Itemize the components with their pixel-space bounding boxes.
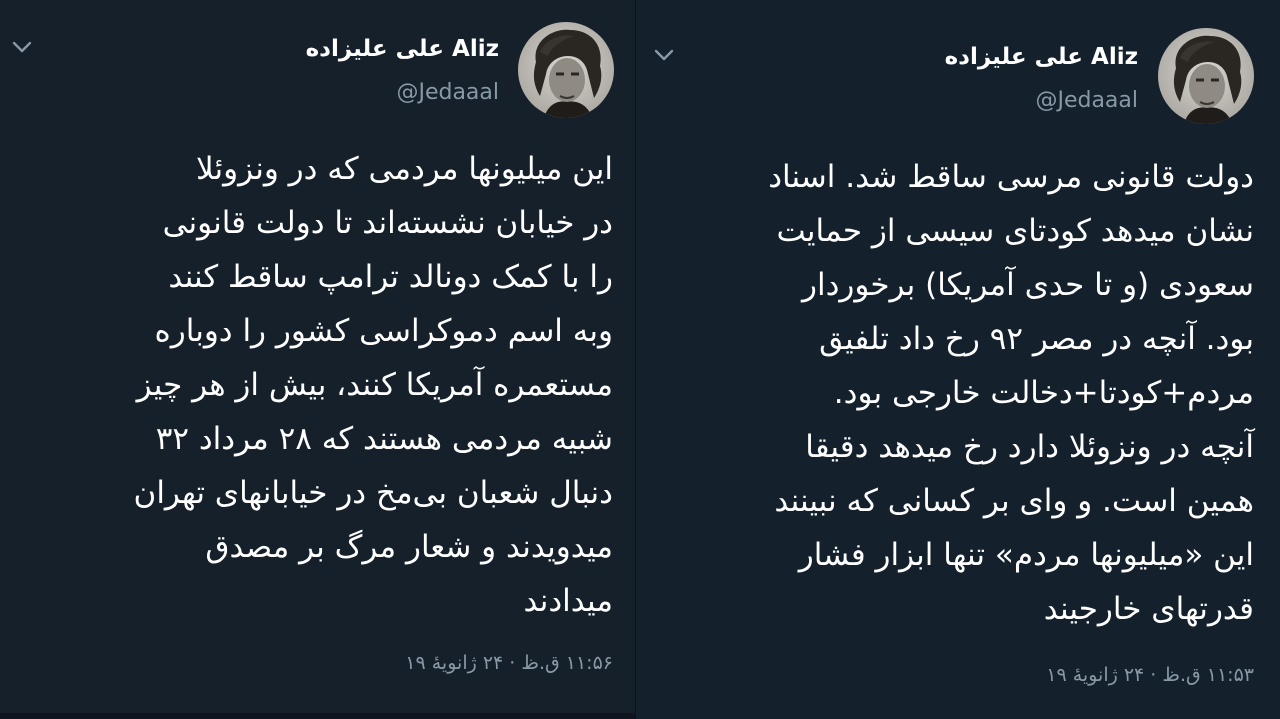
- tweet-text: دولت قانونی مرسی ساقط شد. اسناد نشان مید…: [654, 150, 1254, 636]
- tweet-line: قدرتهای خارجیند: [1043, 591, 1254, 627]
- tweet-text: این میلیونها مردمی که در ونزوئلا در خیاب…: [13, 142, 613, 628]
- tweet-line: آنچه در ونزوئلا دارد رخ میدهد دقیقا: [805, 429, 1254, 465]
- tweet-line: سعودی (و تا حدی آمریکا) برخوردار: [802, 267, 1254, 303]
- tweet-line: نشان میدهد کودتای سیسی از حمایت: [776, 213, 1254, 249]
- avatar-photo: [1158, 28, 1254, 124]
- tweet-line: مردم+کودتا+دخالت خارجی بود.: [833, 375, 1254, 411]
- tweet-line: وبه اسم دموکراسی کشور را دوباره: [154, 313, 613, 349]
- tweet-line: در خیابان نشسته‌اند تا دولت قانونی: [162, 205, 613, 241]
- user-handle[interactable]: @Jedaaal: [1035, 88, 1138, 113]
- tweet-line: دنبال شعبان بی‌مخ در خیابانهای تهران: [133, 475, 613, 511]
- avatar[interactable]: [518, 22, 614, 118]
- tweet-line: مستعمره آمریکا کنند، بیش از هر چیز: [136, 367, 613, 403]
- screenshot-stage: علی علیزاده Aliz @Jedaaal این میلیونها م…: [0, 0, 1280, 719]
- user-handle[interactable]: @Jedaaal: [396, 80, 499, 105]
- chevron-down-icon[interactable]: [654, 48, 674, 62]
- tweet-line: این میلیونها مردمی که در ونزوئلا: [196, 151, 613, 187]
- tweet-timestamp[interactable]: ۱۱:۵۳ ق.ظ · ۲۴ ژانویهٔ ۱۹: [1046, 664, 1254, 686]
- tweet-line: را با کمک دونالد ترامپ ساقط کنند: [168, 259, 613, 295]
- tweet-card-left: علی علیزاده Aliz @Jedaaal این میلیونها م…: [0, 0, 636, 719]
- avatar[interactable]: [1158, 28, 1254, 124]
- tweet-line: دولت قانونی مرسی ساقط شد. اسناد: [768, 159, 1254, 195]
- display-name[interactable]: علی علیزاده Aliz: [306, 36, 499, 62]
- display-name[interactable]: علی علیزاده Aliz: [945, 44, 1138, 70]
- divider: [0, 713, 635, 719]
- tweet-timestamp[interactable]: ۱۱:۵۶ ق.ظ · ۲۴ ژانویهٔ ۱۹: [405, 652, 613, 674]
- tweet-card-right: علی علیزاده Aliz @Jedaaal دولت قانونی مر…: [636, 0, 1280, 719]
- avatar-photo: [518, 22, 614, 118]
- tweet-line: میدویدند و شعار مرگ بر مصدق: [205, 529, 613, 565]
- tweet-line: این «میلیونها مردم» تنها ابزار فشار: [798, 537, 1254, 573]
- chevron-down-icon[interactable]: [12, 40, 32, 54]
- tweet-line: شبیه مردمی هستند که ۲۸ مرداد ۳۲: [155, 421, 613, 457]
- tweet-line: بود. آنچه در مصر ۹۲ رخ داد تلفیق: [819, 321, 1254, 357]
- tweet-line: میدادند: [523, 583, 613, 619]
- tweet-line: همین است. و وای بر کسانی که نبینند: [774, 483, 1254, 519]
